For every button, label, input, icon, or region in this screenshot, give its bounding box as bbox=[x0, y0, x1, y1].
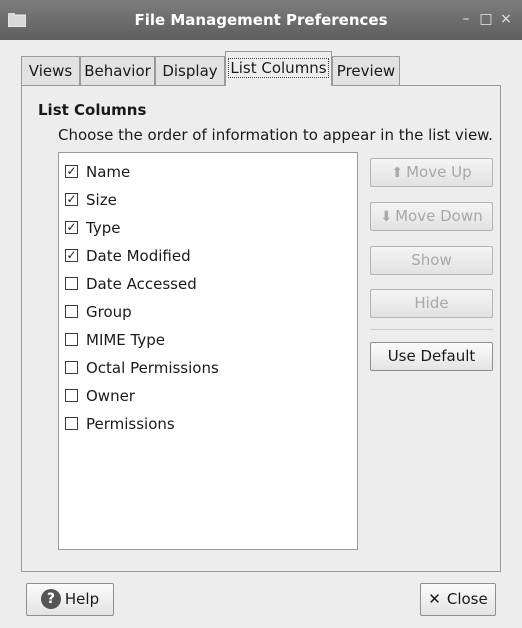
checkbox[interactable] bbox=[65, 361, 78, 374]
tab-behavior[interactable]: Behavior bbox=[80, 56, 155, 85]
close-button[interactable]: ✕ Close bbox=[420, 583, 496, 616]
minimize-icon[interactable]: – bbox=[458, 11, 474, 27]
list-item-label: Owner bbox=[86, 387, 135, 405]
list-item-label: Octal Permissions bbox=[86, 359, 219, 377]
checkbox[interactable]: ✓ bbox=[65, 221, 78, 234]
checkbox[interactable] bbox=[65, 417, 78, 430]
list-item-mime-type[interactable]: MIME Type bbox=[65, 330, 165, 350]
title-bar[interactable]: File Management Preferences – □ × bbox=[0, 0, 522, 40]
list-item-name[interactable]: ✓ Name bbox=[65, 162, 130, 182]
list-item-label: Type bbox=[86, 219, 121, 237]
window-close-icon[interactable]: × bbox=[498, 11, 514, 27]
list-item-size[interactable]: ✓ Size bbox=[65, 190, 117, 210]
maximize-icon[interactable]: □ bbox=[478, 11, 494, 27]
column-list[interactable]: ✓ Name ✓ Size ✓ Type ✓ Date Modified Date Ac… bbox=[58, 152, 358, 550]
list-item-label: Permissions bbox=[86, 415, 175, 433]
show-button[interactable]: Show bbox=[370, 246, 493, 275]
arrow-up-icon: ⬆ bbox=[391, 165, 404, 181]
move-up-button[interactable]: ⬆ Move Up bbox=[370, 158, 493, 187]
move-down-button[interactable]: ⬇ Move Down bbox=[370, 202, 493, 231]
window-title: File Management Preferences bbox=[134, 11, 388, 29]
list-item-label: Size bbox=[86, 191, 117, 209]
list-item-label: MIME Type bbox=[86, 331, 166, 349]
checkbox[interactable]: ✓ bbox=[65, 165, 78, 178]
checkbox[interactable] bbox=[65, 333, 78, 346]
close-label: Close bbox=[446, 590, 488, 608]
checkbox[interactable] bbox=[65, 305, 78, 318]
tab-display[interactable]: Display bbox=[155, 56, 225, 85]
close-icon: ✕ bbox=[428, 590, 441, 608]
help-icon: ? bbox=[40, 588, 61, 609]
checkbox[interactable] bbox=[65, 277, 78, 290]
checkbox[interactable]: ✓ bbox=[65, 249, 78, 262]
checkbox[interactable]: ✓ bbox=[65, 193, 78, 206]
move-up-label: Move Up bbox=[406, 163, 472, 181]
use-default-button[interactable]: Use Default bbox=[370, 342, 493, 371]
preferences-window: File Management Preferences – □ × Views … bbox=[0, 0, 522, 628]
move-down-label: Move Down bbox=[395, 207, 483, 225]
help-label: Help bbox=[64, 590, 100, 608]
list-item-group[interactable]: Group bbox=[65, 302, 132, 322]
list-item-label: Date Modified bbox=[86, 247, 191, 265]
list-item-date-modified[interactable]: ✓ Date Modified bbox=[65, 246, 191, 266]
list-item-label: Date Accessed bbox=[86, 275, 197, 293]
tab-preview[interactable]: Preview bbox=[332, 56, 400, 85]
tab-views[interactable]: Views bbox=[21, 56, 80, 85]
section-title: List Columns bbox=[38, 101, 147, 119]
tab-list-columns[interactable]: List Columns bbox=[225, 51, 332, 86]
checkbox[interactable] bbox=[65, 389, 78, 402]
list-item-label: Group bbox=[86, 303, 132, 321]
list-item-permissions[interactable]: Permissions bbox=[65, 414, 175, 434]
list-item-date-accessed[interactable]: Date Accessed bbox=[65, 274, 197, 294]
help-button[interactable]: ? Help bbox=[26, 583, 114, 616]
list-item-label: Name bbox=[86, 163, 131, 181]
list-item-octal-permissions[interactable]: Octal Permissions bbox=[65, 358, 219, 378]
hide-button[interactable]: Hide bbox=[370, 289, 493, 318]
list-item-type[interactable]: ✓ Type bbox=[65, 218, 120, 238]
section-description: Choose the order of information to appea… bbox=[58, 126, 493, 144]
list-item-owner[interactable]: Owner bbox=[65, 386, 135, 406]
tab-list-columns-label: List Columns bbox=[228, 58, 329, 78]
button-separator bbox=[370, 329, 493, 330]
arrow-down-icon: ⬇ bbox=[380, 209, 393, 225]
